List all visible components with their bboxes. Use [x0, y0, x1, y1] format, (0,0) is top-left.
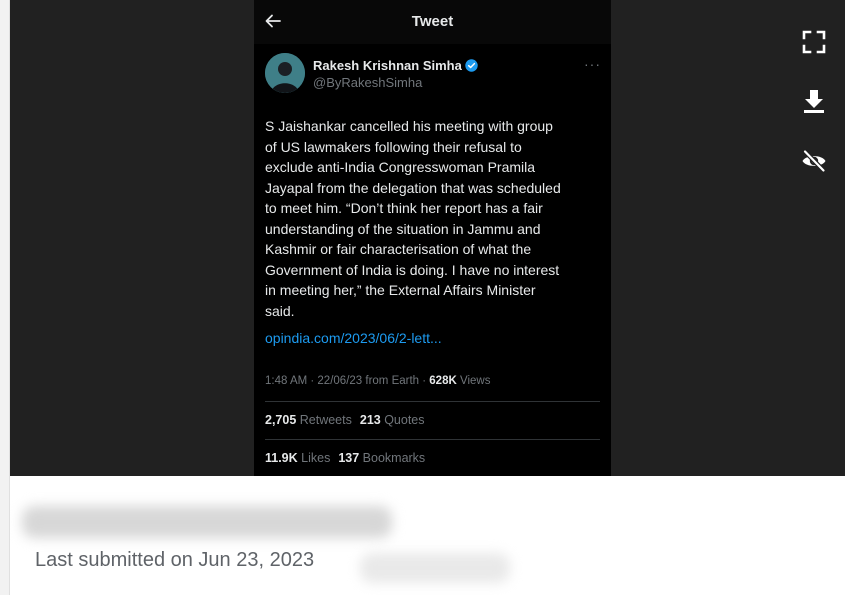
retweets-count[interactable]: 2,705 [265, 413, 296, 427]
last-submitted-text: Last submitted on Jun 23, 2023 [35, 549, 315, 571]
divider [265, 401, 600, 402]
avatar [265, 53, 305, 93]
retweets-label[interactable]: Retweets [296, 413, 352, 427]
eye-off-icon[interactable] [801, 148, 827, 174]
redacted-text [360, 553, 510, 583]
bookmarks-label[interactable]: Bookmarks [359, 451, 426, 465]
tweet-meta: 1:48 AM · 22/06/23 from Earth · 628K Vie… [265, 375, 490, 387]
left-border [0, 0, 10, 595]
divider [265, 439, 600, 440]
header-title: Tweet [411, 13, 454, 30]
quotes-count[interactable]: 213 [360, 413, 381, 427]
views-count: 628K [429, 375, 457, 387]
download-icon[interactable] [801, 88, 827, 114]
fullscreen-icon[interactable] [801, 29, 827, 55]
quotes-label[interactable]: Quotes [381, 413, 424, 427]
tweet-text: S Jaishankar cancelled his meeting with … [265, 118, 561, 319]
tweet-meta-prefix: 1:48 AM · 22/06/23 from Earth · [265, 375, 430, 387]
tweet-link[interactable]: opindia.com/2023/06/2-lett... [265, 330, 442, 346]
verified-badge-icon [465, 59, 478, 72]
stats-row-retweets: 2,705 Retweets 213 Quotes [265, 413, 425, 427]
more-horizontal-icon[interactable]: ··· [584, 56, 601, 72]
redacted-text [22, 506, 392, 538]
bookmarks-count[interactable]: 137 [338, 451, 359, 465]
likes-count[interactable]: 11.9K [265, 451, 298, 465]
author-name-text: Rakesh Krishnan Simha [313, 58, 462, 73]
tweet-screenshot: Tweet Rakesh Krishnan Simha @ByRakeshSim… [254, 0, 611, 476]
author-handle: @ByRakeshSimha [313, 75, 423, 90]
author-name: Rakesh Krishnan Simha [313, 58, 478, 73]
views-label: Views [456, 375, 491, 387]
likes-label[interactable]: Likes [298, 451, 330, 465]
stats-row-likes: 11.9K Likes 137 Bookmarks [265, 451, 425, 465]
tweet-header: Tweet [254, 0, 611, 44]
